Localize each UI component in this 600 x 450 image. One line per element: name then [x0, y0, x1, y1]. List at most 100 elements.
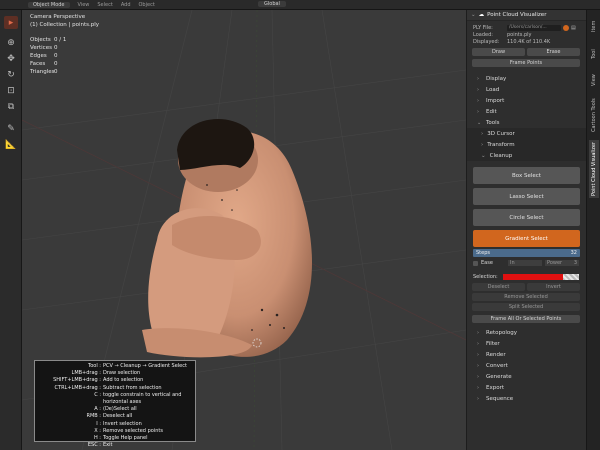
section-tools[interactable]: ⌄ Tools: [467, 117, 586, 128]
help-row: C : toggle constrain to vertical and hori…: [35, 392, 195, 406]
box-select-button[interactable]: Box Select: [473, 167, 580, 184]
help-row: H : Toggle Help panel: [35, 435, 195, 442]
sub-cleanup[interactable]: ⌄ Cleanup: [467, 150, 586, 161]
mode-selector[interactable]: Object Mode: [28, 1, 70, 8]
tab-tool[interactable]: Tool: [589, 44, 599, 64]
folder-icon[interactable]: ▤: [571, 25, 576, 31]
sub-transform[interactable]: › Transform: [467, 139, 586, 150]
section-sequence[interactable]: › Sequence: [467, 393, 586, 404]
chevron-down-icon: ⌄: [477, 119, 482, 126]
help-desc: Toggle Help panel: [103, 435, 148, 442]
tab-point-cloud-visualizer[interactable]: Point Cloud Visualizer: [589, 140, 599, 198]
ply-label: PLY File:: [473, 24, 493, 31]
tab-cartoon-tools[interactable]: Cartoon Tools: [589, 96, 599, 134]
loaded-value: points.ply: [507, 31, 532, 38]
ease-mode-select[interactable]: In: [508, 260, 542, 266]
menu-add[interactable]: Add: [121, 2, 131, 8]
section-convert[interactable]: › Convert: [467, 360, 586, 371]
chevron-right-icon: ›: [477, 108, 479, 115]
stat-label: Vertices: [30, 45, 52, 51]
steps-slider[interactable]: Steps 32: [473, 249, 580, 257]
help-row: SHIFT+LMB+drag : Add to selection: [35, 377, 195, 384]
selection-color-swatch[interactable]: [503, 274, 563, 280]
scene-stats: Objects 0 / 1 Vertices 0 Edges 0 Faces 0 Tri…: [30, 36, 66, 76]
frame-all-button[interactable]: Frame All Or Selected Points: [472, 315, 580, 323]
sidebar-panel: ⌄ ☁ Point Cloud Visualizer PLY File: /Us…: [467, 10, 586, 450]
power-field[interactable]: Power 3: [545, 260, 579, 266]
move-tool-icon[interactable]: ✥: [4, 52, 18, 65]
selection-row: Selection:: [467, 273, 586, 281]
sidebar-tabs: Item Tool View Cartoon Tools Point Cloud…: [586, 10, 600, 450]
help-desc: Invert selection: [103, 420, 142, 427]
remove-selected-button[interactable]: Remove Selected: [472, 293, 580, 301]
section-render[interactable]: › Render: [467, 349, 586, 360]
menu-view[interactable]: View: [78, 2, 90, 8]
draw-button[interactable]: Draw: [472, 48, 525, 56]
section-load[interactable]: › Load: [467, 84, 586, 95]
annotate-tool-icon[interactable]: ✎: [4, 122, 18, 135]
stat-label: Triangles: [30, 69, 55, 75]
help-row: I : Invert selection: [35, 421, 195, 428]
tab-item[interactable]: Item: [589, 14, 599, 38]
chevron-right-icon: ›: [477, 340, 479, 347]
steps-value: 32: [570, 250, 577, 256]
section-edit[interactable]: › Edit: [467, 106, 586, 117]
reload-icon[interactable]: [563, 24, 569, 31]
help-row: A : (De)Select all: [35, 406, 195, 413]
section-generate[interactable]: › Generate: [467, 371, 586, 382]
sub-3d-cursor[interactable]: › 3D Cursor: [467, 128, 586, 139]
ease-checkbox[interactable]: [473, 260, 478, 266]
chevron-right-icon: ›: [477, 351, 479, 358]
stat-label: Faces: [30, 61, 46, 67]
frame-points-button[interactable]: Frame Points: [472, 59, 580, 67]
steps-label: Steps: [476, 250, 490, 256]
transform-tool-icon[interactable]: ⧉: [4, 100, 18, 113]
viewport-info: Camera Perspective (1) Collection | poin…: [30, 14, 99, 29]
section-label: Filter: [486, 340, 500, 347]
help-row: Tool : PCV → Cleanup → Gradient Select: [35, 363, 195, 370]
invert-button[interactable]: Invert: [527, 283, 580, 291]
help-panel: Tool : PCV → Cleanup → Gradient Select LM…: [34, 360, 196, 448]
orientation-selector[interactable]: Global: [258, 1, 286, 7]
chevron-right-icon: ›: [477, 384, 479, 391]
help-desc: Deselect all: [103, 413, 133, 420]
menu-select[interactable]: Select: [97, 2, 112, 8]
panel-header[interactable]: ⌄ ☁ Point Cloud Visualizer: [467, 10, 586, 21]
section-filter[interactable]: › Filter: [467, 338, 586, 349]
tab-view[interactable]: View: [589, 70, 599, 90]
scale-tool-icon[interactable]: ⊡: [4, 84, 18, 97]
measure-tool-icon[interactable]: 📐: [4, 138, 18, 151]
section-export[interactable]: › Export: [467, 382, 586, 393]
ply-path-field[interactable]: /Users/carlson/...: [507, 24, 561, 31]
circle-select-button[interactable]: Circle Select: [473, 209, 580, 226]
section-label: Convert: [486, 362, 508, 369]
help-desc: Draw selection: [103, 370, 141, 377]
split-selected-button[interactable]: Split Selected: [472, 303, 580, 311]
deselect-button[interactable]: Deselect: [472, 283, 525, 291]
help-key: H :: [93, 435, 101, 442]
lasso-select-button[interactable]: Lasso Select: [473, 188, 580, 205]
erase-button[interactable]: Erase: [527, 48, 580, 56]
chevron-right-icon: ›: [477, 329, 479, 336]
ease-row: Ease In Power 3: [467, 259, 586, 267]
help-key: CTRL+LMB+drag :: [54, 384, 101, 391]
section-import[interactable]: › Import: [467, 95, 586, 106]
rotate-tool-icon[interactable]: ↻: [4, 68, 18, 81]
stat-value: 0: [54, 61, 58, 67]
stat-label: Objects: [30, 37, 51, 43]
ease-label: Ease: [481, 260, 493, 266]
selection-alpha-swatch[interactable]: [563, 274, 579, 280]
section-retopology[interactable]: › Retopology: [467, 327, 586, 338]
section-label: Import: [486, 97, 505, 104]
select-tool-icon[interactable]: ▸: [4, 16, 18, 29]
section-display[interactable]: › Display: [467, 73, 586, 84]
menu-object[interactable]: Object: [139, 2, 155, 8]
chevron-down-icon: ⌄: [481, 152, 486, 159]
cursor-tool-icon[interactable]: ⊕: [4, 36, 18, 49]
gradient-select-button[interactable]: Gradient Select: [473, 230, 580, 247]
stat-label: Edges: [30, 53, 47, 59]
header-bar: Object Mode View Select Add Object Globa…: [0, 0, 600, 10]
help-desc: PCV → Cleanup → Gradient Select: [103, 363, 187, 369]
ply-file-row: PLY File: /Users/carlson/... ▤: [467, 24, 586, 31]
help-key: ESC :: [87, 442, 101, 449]
